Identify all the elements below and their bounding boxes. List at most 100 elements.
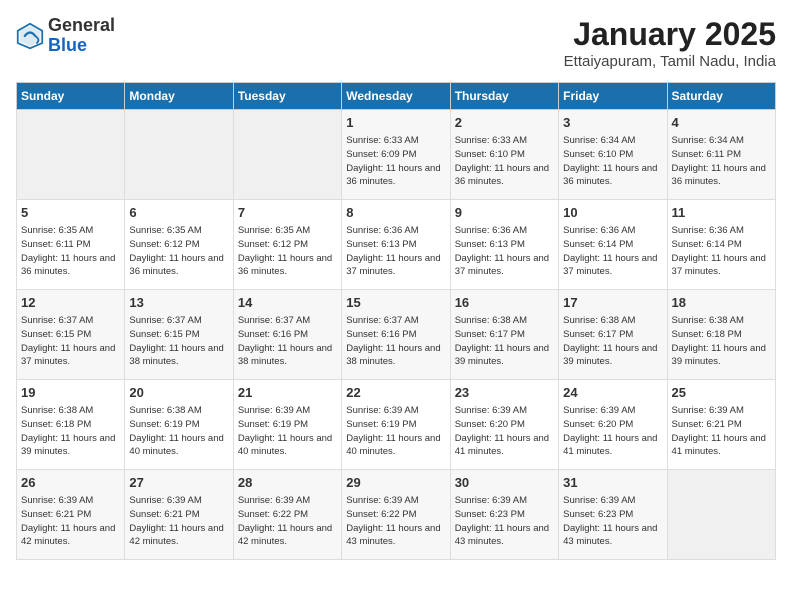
- week-row-4: 19 Sunrise: 6:38 AM Sunset: 6:18 PM Dayli…: [17, 380, 776, 470]
- day-cell: 4Sunrise: 6:34 AM Sunset: 6:11 PM Daylig…: [667, 110, 775, 200]
- day-detail: Sunrise: 6:38 AM Sunset: 6:17 PM Dayligh…: [455, 314, 554, 369]
- day-detail: Sunrise: 6:37 AM Sunset: 6:15 PM Dayligh…: [21, 314, 120, 369]
- day-cell: 28Sunrise: 6:39 AM Sunset: 6:22 PM Dayli…: [233, 470, 341, 560]
- day-cell: 25Sunrise: 6:39 AM Sunset: 6:21 PM Dayli…: [667, 380, 775, 470]
- day-cell: 7Sunrise: 6:35 AM Sunset: 6:12 PM Daylig…: [233, 200, 341, 290]
- day-number: 29: [346, 474, 445, 492]
- day-cell: 26Sunrise: 6:39 AM Sunset: 6:21 PM Dayli…: [17, 470, 125, 560]
- day-detail: Sunrise: 6:36 AM Sunset: 6:13 PM Dayligh…: [346, 224, 445, 279]
- day-detail: Sunrise: 6:39 AM Sunset: 6:19 PM Dayligh…: [238, 404, 337, 459]
- day-cell: 17 Sunrise: 6:38 AM Sunset: 6:17 PM Dayli…: [559, 290, 667, 380]
- logo-general-text: General: [48, 15, 115, 35]
- day-detail: Sunrise: 6:39 AM Sunset: 6:23 PM Dayligh…: [563, 494, 662, 549]
- day-number: 9: [455, 204, 554, 222]
- weekday-saturday: Saturday: [667, 83, 775, 110]
- logo-blue-text: Blue: [48, 35, 87, 55]
- weekday-tuesday: Tuesday: [233, 83, 341, 110]
- day-detail: Sunrise: 6:38 AM Sunset: 6:17 PM Dayligh…: [563, 314, 662, 369]
- day-cell: 29Sunrise: 6:39 AM Sunset: 6:22 PM Dayli…: [342, 470, 450, 560]
- calendar-body: 1Sunrise: 6:33 AM Sunset: 6:09 PM Daylig…: [17, 110, 776, 560]
- day-number: 17: [563, 294, 662, 312]
- day-cell: 5 Sunrise: 6:35 AM Sunset: 6:11 PM Daylig…: [17, 200, 125, 290]
- title-block: January 2025 Ettaiyapuram, Tamil Nadu, I…: [564, 16, 776, 70]
- day-detail: Sunrise: 6:36 AM Sunset: 6:13 PM Dayligh…: [455, 224, 554, 279]
- day-cell: 19 Sunrise: 6:38 AM Sunset: 6:18 PM Dayli…: [17, 380, 125, 470]
- day-number: 22: [346, 384, 445, 402]
- day-number: 10: [563, 204, 662, 222]
- day-detail: Sunrise: 6:33 AM Sunset: 6:10 PM Dayligh…: [455, 134, 554, 189]
- day-number: 12: [21, 294, 120, 312]
- day-number: 1: [346, 114, 445, 132]
- day-number: 24: [563, 384, 662, 402]
- weekday-wednesday: Wednesday: [342, 83, 450, 110]
- day-detail: Sunrise: 6:34 AM Sunset: 6:10 PM Dayligh…: [563, 134, 662, 189]
- day-cell: 13Sunrise: 6:37 AM Sunset: 6:15 PM Dayli…: [125, 290, 233, 380]
- day-cell: 24 Sunrise: 6:39 AM Sunset: 6:20 PM Dayli…: [559, 380, 667, 470]
- day-number: 16: [455, 294, 554, 312]
- day-detail: Sunrise: 6:39 AM Sunset: 6:23 PM Dayligh…: [455, 494, 554, 549]
- calendar-table: SundayMondayTuesdayWednesdayThursdayFrid…: [16, 82, 776, 560]
- day-cell: 11 Sunrise: 6:36 AM Sunset: 6:14 PM Dayli…: [667, 200, 775, 290]
- day-cell: [125, 110, 233, 200]
- day-cell: 20Sunrise: 6:38 AM Sunset: 6:19 PM Dayli…: [125, 380, 233, 470]
- day-number: 14: [238, 294, 337, 312]
- day-detail: Sunrise: 6:37 AM Sunset: 6:16 PM Dayligh…: [238, 314, 337, 369]
- day-number: 31: [563, 474, 662, 492]
- day-number: 23: [455, 384, 554, 402]
- logo: General Blue: [16, 16, 115, 56]
- day-number: 21: [238, 384, 337, 402]
- day-cell: 31 Sunrise: 6:39 AM Sunset: 6:23 PM Dayli…: [559, 470, 667, 560]
- day-detail: Sunrise: 6:38 AM Sunset: 6:18 PM Dayligh…: [21, 404, 120, 459]
- day-number: 5: [21, 204, 120, 222]
- day-cell: 27 Sunrise: 6:39 AM Sunset: 6:21 PM Dayli…: [125, 470, 233, 560]
- day-detail: Sunrise: 6:34 AM Sunset: 6:11 PM Dayligh…: [672, 134, 771, 189]
- day-number: 18: [672, 294, 771, 312]
- day-detail: Sunrise: 6:39 AM Sunset: 6:20 PM Dayligh…: [563, 404, 662, 459]
- weekday-thursday: Thursday: [450, 83, 558, 110]
- day-cell: 14 Sunrise: 6:37 AM Sunset: 6:16 PM Dayli…: [233, 290, 341, 380]
- day-cell: 10 Sunrise: 6:36 AM Sunset: 6:14 PM Dayli…: [559, 200, 667, 290]
- day-cell: 1Sunrise: 6:33 AM Sunset: 6:09 PM Daylig…: [342, 110, 450, 200]
- day-number: 6: [129, 204, 228, 222]
- day-cell: 8 Sunrise: 6:36 AM Sunset: 6:13 PM Daylig…: [342, 200, 450, 290]
- logo-text: General Blue: [48, 16, 115, 56]
- day-number: 28: [238, 474, 337, 492]
- day-cell: 22 Sunrise: 6:39 AM Sunset: 6:19 PM Dayli…: [342, 380, 450, 470]
- day-cell: 2Sunrise: 6:33 AM Sunset: 6:10 PM Daylig…: [450, 110, 558, 200]
- day-cell: 30 Sunrise: 6:39 AM Sunset: 6:23 PM Dayli…: [450, 470, 558, 560]
- day-number: 13: [129, 294, 228, 312]
- day-cell: [17, 110, 125, 200]
- calendar-header: SundayMondayTuesdayWednesdayThursdayFrid…: [17, 83, 776, 110]
- day-detail: Sunrise: 6:37 AM Sunset: 6:16 PM Dayligh…: [346, 314, 445, 369]
- day-cell: 3Sunrise: 6:34 AM Sunset: 6:10 PM Daylig…: [559, 110, 667, 200]
- day-cell: 9 Sunrise: 6:36 AM Sunset: 6:13 PM Daylig…: [450, 200, 558, 290]
- day-cell: [233, 110, 341, 200]
- day-cell: 15Sunrise: 6:37 AM Sunset: 6:16 PM Dayli…: [342, 290, 450, 380]
- day-cell: 18Sunrise: 6:38 AM Sunset: 6:18 PM Dayli…: [667, 290, 775, 380]
- week-row-3: 12 Sunrise: 6:37 AM Sunset: 6:15 PM Dayli…: [17, 290, 776, 380]
- week-row-2: 5 Sunrise: 6:35 AM Sunset: 6:11 PM Daylig…: [17, 200, 776, 290]
- day-cell: 16 Sunrise: 6:38 AM Sunset: 6:17 PM Dayli…: [450, 290, 558, 380]
- day-detail: Sunrise: 6:39 AM Sunset: 6:21 PM Dayligh…: [129, 494, 228, 549]
- day-detail: Sunrise: 6:39 AM Sunset: 6:19 PM Dayligh…: [346, 404, 445, 459]
- day-detail: Sunrise: 6:39 AM Sunset: 6:20 PM Dayligh…: [455, 404, 554, 459]
- day-detail: Sunrise: 6:36 AM Sunset: 6:14 PM Dayligh…: [563, 224, 662, 279]
- day-detail: Sunrise: 6:38 AM Sunset: 6:19 PM Dayligh…: [129, 404, 228, 459]
- day-number: 8: [346, 204, 445, 222]
- day-number: 11: [672, 204, 771, 222]
- day-detail: Sunrise: 6:39 AM Sunset: 6:21 PM Dayligh…: [672, 404, 771, 459]
- day-detail: Sunrise: 6:36 AM Sunset: 6:14 PM Dayligh…: [672, 224, 771, 279]
- day-number: 27: [129, 474, 228, 492]
- weekday-sunday: Sunday: [17, 83, 125, 110]
- weekday-friday: Friday: [559, 83, 667, 110]
- logo-icon: [16, 22, 44, 50]
- week-row-5: 26Sunrise: 6:39 AM Sunset: 6:21 PM Dayli…: [17, 470, 776, 560]
- day-number: 30: [455, 474, 554, 492]
- day-detail: Sunrise: 6:35 AM Sunset: 6:11 PM Dayligh…: [21, 224, 120, 279]
- day-detail: Sunrise: 6:35 AM Sunset: 6:12 PM Dayligh…: [129, 224, 228, 279]
- calendar-subtitle: Ettaiyapuram, Tamil Nadu, India: [564, 53, 776, 70]
- day-cell: 12 Sunrise: 6:37 AM Sunset: 6:15 PM Dayli…: [17, 290, 125, 380]
- day-number: 19: [21, 384, 120, 402]
- page-header: General Blue January 2025 Ettaiyapuram, …: [16, 16, 776, 70]
- day-number: 7: [238, 204, 337, 222]
